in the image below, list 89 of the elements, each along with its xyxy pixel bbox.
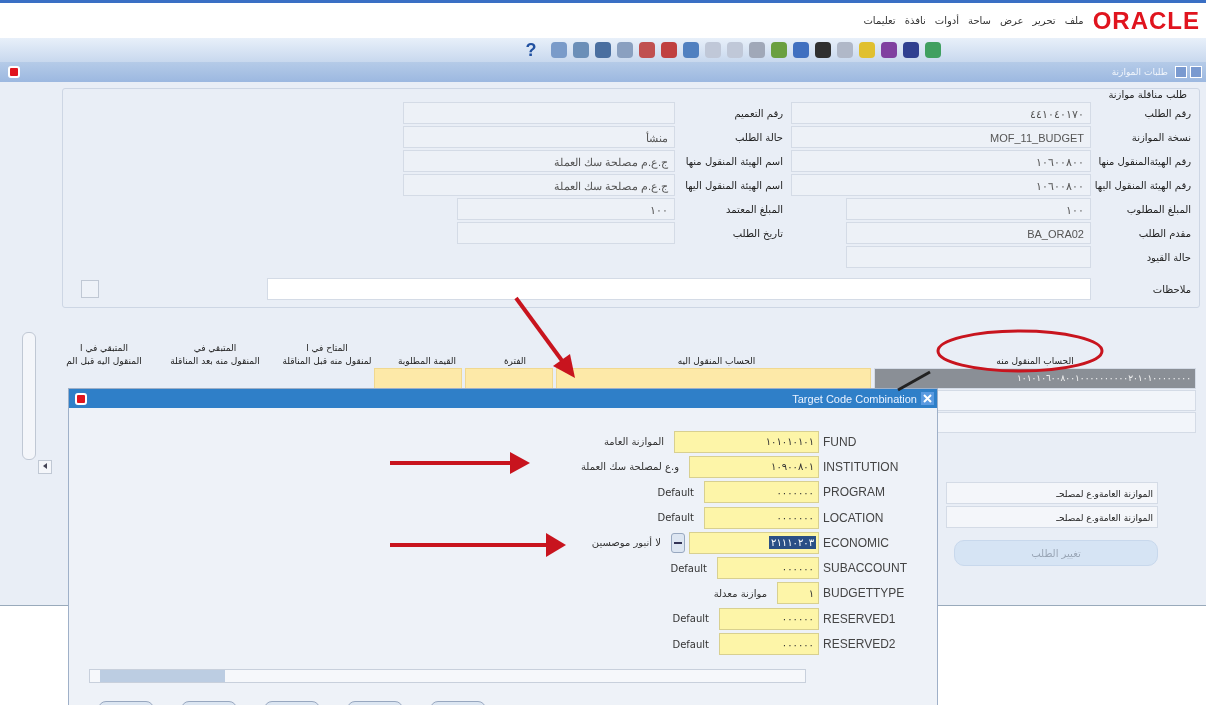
minimize-icon[interactable] [1175, 66, 1187, 78]
column-header: الفترة [503, 355, 527, 368]
column-header: المتبقي في ا المنقول اليه قبل الم [66, 342, 142, 368]
field-label: اسم الهيئة المنقول منها [684, 155, 783, 167]
segment-description: و.ع لمصلحة سك العملة [580, 461, 679, 473]
segment-name: RESERVED2 [823, 637, 897, 651]
input-field[interactable] [457, 222, 675, 244]
close-icon[interactable] [921, 392, 934, 405]
input-field[interactable]: ١٠٠ [846, 198, 1091, 220]
input-field[interactable]: ١٠١٠١٠١٠١ [674, 430, 819, 453]
segment-name: LOCATION [823, 510, 885, 525]
help-button[interactable]: ? [525, 39, 537, 61]
input-field[interactable]: MOF_11_BUDGET [791, 126, 1091, 148]
input-field[interactable]: ١٠٩٠٠٨٠١ [689, 455, 819, 478]
input-field[interactable]: الموازنة العامةو.ع لمصلحـ [946, 506, 1158, 528]
segment-description: موازنة معدلة [713, 587, 767, 599]
segment-description: Default [657, 512, 694, 524]
field-label: المبلغ المطلوب [1125, 203, 1191, 215]
segment-name: PROGRAM [823, 485, 886, 500]
field-label: رقم الطلب [1143, 107, 1191, 119]
segment-name: SUBACCOUNT [823, 561, 908, 576]
window-title: طلبات الموازنة [1111, 67, 1168, 77]
table-cell[interactable] [374, 368, 462, 389]
input-field[interactable]: ١٠٠ [457, 198, 675, 220]
segment-description: Default [657, 486, 694, 498]
app-icon [8, 66, 20, 78]
input-field[interactable]: ٤٤١٠٤٠١٧٠ [791, 102, 1091, 124]
leader-line [897, 370, 931, 392]
input-field[interactable]: ج.ع.م مصلحة سك العملة [403, 174, 675, 196]
field-label: اسم الهيئة المنقول اليها [684, 179, 783, 191]
menu-item[interactable]: عرض [1000, 15, 1024, 26]
form-heading: طلب مناقلة موازنة [1107, 89, 1187, 101]
segment-description: الموازنة العامة [603, 436, 664, 448]
input-field[interactable]: ٢١١١٠٢٠٣ [689, 531, 819, 554]
column-header: الحساب المنقول منه [996, 355, 1074, 368]
field-label: تاريخ الطلب [731, 227, 783, 239]
input-field[interactable]: ٠٠٠٠٠٠ [717, 557, 819, 580]
field-label: المبلغ المعتمد [725, 203, 783, 215]
notes-field[interactable] [267, 278, 1091, 300]
column-header: المتاح في ا لمنقول منه قبل المناقلة [282, 342, 372, 368]
input-field[interactable]: الموازنة العامةو.ع لمصلحـ [946, 482, 1158, 504]
input-field[interactable]: ج.ع.م مصلحة سك العملة [403, 150, 675, 172]
input-field[interactable]: BA_ORA02 [846, 222, 1091, 244]
menu-item[interactable]: تعليمات [863, 15, 896, 26]
column-header: الحساب المنقول اليه [677, 355, 756, 368]
input-field[interactable] [846, 246, 1091, 268]
field-label: نسخة الموازنة [1130, 131, 1191, 143]
segment-name: INSTITUTION [823, 459, 900, 474]
column-header: المتبقي في المنقول منه بعد المناقلة [170, 342, 260, 368]
column-header: القيمة المطلوبة [397, 355, 457, 368]
segment-description: Default [670, 562, 707, 574]
menu-item[interactable]: ساحة [968, 15, 991, 26]
field-label: رقم الهيئة المنقول اليها [1093, 179, 1191, 191]
segment-name: BUDGETTYPE [823, 586, 906, 601]
segment-description: لا أنبور موصسين [591, 537, 661, 549]
field-label: رقم التعميم [733, 107, 783, 119]
menu-item[interactable]: أدوات [934, 15, 959, 26]
menu-item[interactable]: نافذة [904, 15, 926, 26]
input-field[interactable]: ٠٠٠٠٠٠ [719, 607, 819, 630]
table-cell[interactable] [465, 368, 553, 389]
input-field[interactable]: ١٠٦٠٠٨٠٠ [791, 174, 1091, 196]
input-field[interactable]: منشأ [403, 126, 675, 148]
segment-description: Default [672, 613, 709, 625]
field-label: حالة القيود [1145, 251, 1191, 263]
dialog-title: Target Code Combination [792, 392, 917, 405]
field-label: حالة الطلب [734, 131, 783, 143]
input-field[interactable] [403, 102, 675, 124]
field-label: ملاحظات [1151, 283, 1191, 295]
input-field[interactable]: ٠٠٠٠٠٠٠ [704, 481, 819, 504]
scroll-left-icon[interactable] [38, 460, 52, 474]
vertical-scrollbar[interactable] [22, 332, 36, 460]
segment-name: RESERVED1 [823, 611, 897, 626]
field-label: رقم الهيئةالمنقول منها [1097, 155, 1191, 167]
checkbox[interactable] [81, 280, 99, 298]
horizontal-scrollbar[interactable] [89, 668, 806, 683]
menu-item[interactable]: تحرير [1032, 15, 1056, 26]
segment-description: Default [672, 638, 709, 650]
segment-name: FUND [823, 434, 858, 449]
input-field[interactable]: ٠٠٠٠٠٠٠ [704, 506, 819, 529]
field-label: مقدم الطلب [1137, 227, 1191, 239]
menu-item[interactable]: ملف [1064, 15, 1084, 26]
list-button[interactable] [671, 532, 685, 553]
app-icon [75, 392, 87, 405]
input-field[interactable]: ٠٠٠٠٠٠ [719, 633, 819, 655]
maximize-icon[interactable] [1190, 66, 1202, 78]
segment-name: ECONOMIC [823, 535, 890, 550]
brand-logo: ORACLE [1092, 6, 1200, 35]
input-field[interactable]: ١٠٦٠٠٨٠٠ [791, 150, 1091, 172]
input-field[interactable]: ١ [777, 582, 819, 605]
